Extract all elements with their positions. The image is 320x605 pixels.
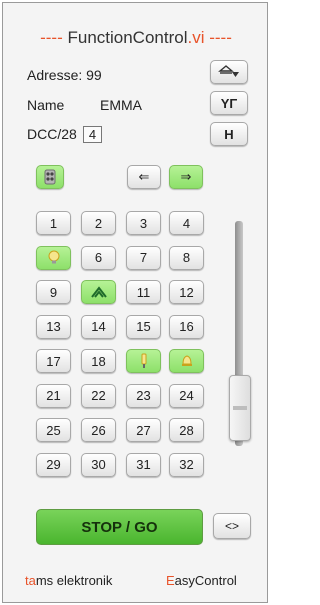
- tool-button[interactable]: YΓ: [210, 91, 248, 115]
- function-button-23[interactable]: 23: [126, 383, 161, 408]
- stop-go-button[interactable]: STOP / GO: [36, 509, 203, 545]
- function-button-12[interactable]: 12: [169, 280, 204, 304]
- function-label: 16: [179, 319, 194, 334]
- eject-down-icon: [218, 65, 239, 77]
- function-label: 9: [49, 284, 58, 300]
- function-label: 15: [136, 319, 151, 334]
- function-button-30[interactable]: 30: [81, 452, 116, 477]
- dcc-value: 4: [83, 126, 102, 143]
- function-button-10[interactable]: [81, 280, 116, 304]
- footer-left: tams elektronik: [25, 573, 112, 588]
- function-button-15[interactable]: 15: [126, 314, 161, 339]
- footer-right-highlight: E: [166, 573, 175, 588]
- direction-right-button[interactable]: ⇒: [169, 165, 203, 189]
- light-toggle-icon: [44, 169, 56, 185]
- address-value: 99: [86, 67, 102, 83]
- function-button-13[interactable]: 13: [36, 314, 71, 339]
- function-label: 1: [49, 215, 58, 231]
- function-button-1[interactable]: 1: [36, 211, 71, 235]
- function-label: 30: [91, 457, 106, 472]
- function-label: 4: [182, 215, 191, 231]
- title-right-dashes: ----: [209, 28, 232, 47]
- function-label: 24: [179, 388, 194, 403]
- function-button-6[interactable]: 6: [81, 245, 116, 270]
- function-label: 11: [136, 284, 151, 300]
- function-label: 8: [182, 250, 191, 265]
- function-button-24[interactable]: 24: [169, 383, 204, 408]
- title-left-dashes: ----: [40, 28, 63, 47]
- function-label: 25: [46, 422, 61, 438]
- window-title: ---- FunctionControl.vi ----: [3, 28, 269, 48]
- h-button[interactable]: H: [210, 122, 248, 146]
- address-row: Adresse: 99: [27, 67, 102, 83]
- function-button-3[interactable]: 3: [126, 211, 161, 235]
- function-label: 22: [91, 388, 106, 403]
- function-button-2[interactable]: 2: [81, 211, 116, 235]
- function-button-20[interactable]: [169, 349, 204, 373]
- function-button-11[interactable]: 11: [126, 280, 161, 304]
- function-label: 6: [94, 250, 103, 265]
- footer-left-text: ms elektronik: [35, 573, 113, 588]
- speed-slider-thumb[interactable]: [229, 375, 251, 441]
- function-label: 7: [139, 250, 148, 265]
- direction-left-button[interactable]: ⇐: [127, 165, 161, 189]
- function-label: 27: [136, 422, 151, 438]
- light-toggle-button[interactable]: [36, 165, 64, 189]
- footer-right-text: asyControl: [174, 573, 237, 588]
- function-button-16[interactable]: 16: [169, 314, 204, 339]
- eject-button[interactable]: [210, 60, 248, 84]
- signal-icon: [138, 353, 150, 369]
- pantograph-icon: [90, 285, 108, 299]
- function-button-14[interactable]: 14: [81, 314, 116, 339]
- name-value: EMMA: [100, 97, 142, 113]
- dcc-label: DCC/28: [27, 126, 77, 142]
- function-button-21[interactable]: 21: [36, 383, 71, 408]
- function-button-4[interactable]: 4: [169, 211, 204, 235]
- function-label: 2: [94, 215, 103, 231]
- function-control-panel: ---- FunctionControl.vi ---- Adresse: 99…: [2, 2, 268, 603]
- function-label: 13: [46, 319, 61, 334]
- function-button-28[interactable]: 28: [169, 418, 204, 442]
- function-button-9[interactable]: 9: [36, 280, 71, 304]
- function-label: 12: [179, 284, 194, 300]
- function-label: 29: [46, 457, 61, 472]
- function-button-8[interactable]: 8: [169, 245, 204, 270]
- function-label: 3: [139, 215, 148, 231]
- function-label: 28: [179, 422, 194, 438]
- function-label: 17: [46, 353, 61, 369]
- swap-arrows-button[interactable]: <>: [213, 513, 251, 539]
- function-label: 18: [91, 353, 106, 369]
- function-button-31[interactable]: 31: [126, 452, 161, 477]
- function-button-26[interactable]: 26: [81, 418, 116, 442]
- function-label: 32: [179, 457, 194, 472]
- function-button-22[interactable]: 22: [81, 383, 116, 408]
- function-button-25[interactable]: 25: [36, 418, 71, 442]
- function-label: 31: [136, 457, 151, 472]
- function-label: 23: [136, 388, 151, 403]
- function-label: 26: [91, 422, 106, 438]
- footer-right: EasyControl: [166, 573, 237, 588]
- title-name: FunctionControl: [67, 28, 188, 47]
- function-button-18[interactable]: 18: [81, 349, 116, 373]
- function-button-27[interactable]: 27: [126, 418, 161, 442]
- function-button-32[interactable]: 32: [169, 452, 204, 477]
- function-button-7[interactable]: 7: [126, 245, 161, 270]
- function-button-17[interactable]: 17: [36, 349, 71, 373]
- function-button-5[interactable]: [36, 245, 71, 270]
- bell-icon: [180, 353, 194, 369]
- footer-left-highlight: ta: [25, 573, 36, 588]
- function-label: 14: [91, 319, 106, 334]
- address-label: Adresse:: [27, 67, 83, 83]
- function-label: 21: [46, 388, 61, 403]
- bulb-icon: [47, 250, 61, 266]
- title-ext: .vi: [187, 28, 205, 47]
- name-label: Name: [27, 97, 65, 113]
- function-button-19[interactable]: [126, 349, 161, 373]
- function-button-29[interactable]: 29: [36, 452, 71, 477]
